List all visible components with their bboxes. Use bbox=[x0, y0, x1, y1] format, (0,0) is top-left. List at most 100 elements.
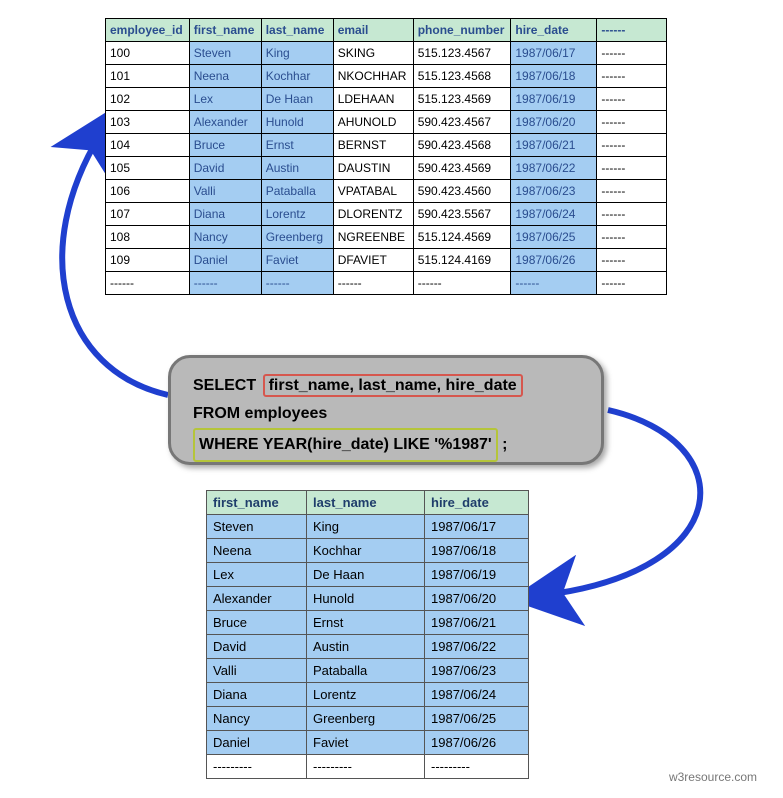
cell: Lorentz bbox=[261, 203, 333, 226]
cell: Kochhar bbox=[261, 65, 333, 88]
kw-select: SELECT bbox=[193, 377, 256, 394]
cell: Kochhar bbox=[307, 539, 425, 563]
cell: Pataballa bbox=[307, 659, 425, 683]
cell: 515.123.4568 bbox=[413, 65, 511, 88]
col-extra: ------ bbox=[597, 19, 667, 42]
col-email: email bbox=[333, 19, 413, 42]
cell: ------ bbox=[597, 272, 667, 295]
cell: 1987/06/18 bbox=[425, 539, 529, 563]
cell: Greenberg bbox=[261, 226, 333, 249]
credit: w3resource.com bbox=[669, 770, 757, 784]
cell: 106 bbox=[106, 180, 190, 203]
cell: 101 bbox=[106, 65, 190, 88]
cell: --------- bbox=[207, 755, 307, 779]
cell: 1987/06/20 bbox=[511, 111, 597, 134]
cell: 103 bbox=[106, 111, 190, 134]
cell: 102 bbox=[106, 88, 190, 111]
cell: Faviet bbox=[261, 249, 333, 272]
col-last_name: last_name bbox=[261, 19, 333, 42]
cell: ------ bbox=[597, 157, 667, 180]
cell: --------- bbox=[307, 755, 425, 779]
cell: --------- bbox=[425, 755, 529, 779]
cell: SKING bbox=[333, 42, 413, 65]
table-row: ----------------------------------------… bbox=[106, 272, 667, 295]
cell: 1987/06/21 bbox=[425, 611, 529, 635]
cell: 1987/06/25 bbox=[425, 707, 529, 731]
cell: Lorentz bbox=[307, 683, 425, 707]
cell: 515.124.4569 bbox=[413, 226, 511, 249]
cell: AHUNOLD bbox=[333, 111, 413, 134]
cell: NGREENBE bbox=[333, 226, 413, 249]
cell: Daniel bbox=[189, 249, 261, 272]
cell: Valli bbox=[207, 659, 307, 683]
cell: Ernst bbox=[261, 134, 333, 157]
cell: ------ bbox=[597, 203, 667, 226]
sql-bubble: SELECT first_name, last_name, hire_date … bbox=[168, 355, 604, 465]
cell: ------ bbox=[261, 272, 333, 295]
cell: ------ bbox=[597, 226, 667, 249]
cell: ------ bbox=[597, 134, 667, 157]
cell: 1987/06/24 bbox=[511, 203, 597, 226]
cell: Hunold bbox=[307, 587, 425, 611]
cell: 590.423.5567 bbox=[413, 203, 511, 226]
cell: Nancy bbox=[189, 226, 261, 249]
table-row: LexDe Haan1987/06/19 bbox=[207, 563, 529, 587]
cell: 1987/06/25 bbox=[511, 226, 597, 249]
cell: Alexander bbox=[189, 111, 261, 134]
from-clause: FROM employees bbox=[193, 400, 583, 428]
cell: 1987/06/18 bbox=[511, 65, 597, 88]
table-row: 109DanielFavietDFAVIET515.124.41691987/0… bbox=[106, 249, 667, 272]
cell: 590.423.4560 bbox=[413, 180, 511, 203]
cell: ------ bbox=[413, 272, 511, 295]
cell: 1987/06/26 bbox=[425, 731, 529, 755]
cell: VPATABAL bbox=[333, 180, 413, 203]
cell: DFAVIET bbox=[333, 249, 413, 272]
cell: 1987/06/19 bbox=[425, 563, 529, 587]
cell: Lex bbox=[189, 88, 261, 111]
cell: 107 bbox=[106, 203, 190, 226]
table-row: 108NancyGreenbergNGREENBE515.124.4569198… bbox=[106, 226, 667, 249]
where-clause: WHERE YEAR(hire_date) LIKE '%1987' bbox=[193, 428, 498, 462]
cell: 109 bbox=[106, 249, 190, 272]
cell: 1987/06/17 bbox=[425, 515, 529, 539]
cell: NKOCHHAR bbox=[333, 65, 413, 88]
cell: Diana bbox=[207, 683, 307, 707]
cell: Neena bbox=[207, 539, 307, 563]
table-row: NancyGreenberg1987/06/25 bbox=[207, 707, 529, 731]
cell: 590.423.4568 bbox=[413, 134, 511, 157]
cell: 1987/06/24 bbox=[425, 683, 529, 707]
cell: Hunold bbox=[261, 111, 333, 134]
source-table: employee_idfirst_namelast_nameemailphone… bbox=[105, 18, 667, 295]
table-row: 106ValliPataballaVPATABAL590.423.4560198… bbox=[106, 180, 667, 203]
cell: Diana bbox=[189, 203, 261, 226]
cell: King bbox=[261, 42, 333, 65]
cell: ------ bbox=[597, 180, 667, 203]
col-hire_date: hire_date bbox=[511, 19, 597, 42]
cell: ------ bbox=[597, 42, 667, 65]
table-row: BruceErnst1987/06/21 bbox=[207, 611, 529, 635]
table-row: 100StevenKingSKING515.123.45671987/06/17… bbox=[106, 42, 667, 65]
cell: De Haan bbox=[261, 88, 333, 111]
semicolon: ; bbox=[498, 436, 508, 453]
cell: 590.423.4567 bbox=[413, 111, 511, 134]
table-row: StevenKing1987/06/17 bbox=[207, 515, 529, 539]
cell: 1987/06/20 bbox=[425, 587, 529, 611]
cell: BERNST bbox=[333, 134, 413, 157]
cell: ------ bbox=[597, 249, 667, 272]
cell: Bruce bbox=[189, 134, 261, 157]
cell: De Haan bbox=[307, 563, 425, 587]
table-row: 104BruceErnstBERNST590.423.45681987/06/2… bbox=[106, 134, 667, 157]
cell: ------ bbox=[333, 272, 413, 295]
cell: Ernst bbox=[307, 611, 425, 635]
cell: 1987/06/19 bbox=[511, 88, 597, 111]
table-row: 101NeenaKochharNKOCHHAR515.123.45681987/… bbox=[106, 65, 667, 88]
table-row: AlexanderHunold1987/06/20 bbox=[207, 587, 529, 611]
cell: Lex bbox=[207, 563, 307, 587]
cell: ------ bbox=[597, 65, 667, 88]
cell: 105 bbox=[106, 157, 190, 180]
cell: 1987/06/23 bbox=[511, 180, 597, 203]
cell: DLORENTZ bbox=[333, 203, 413, 226]
col-phone_number: phone_number bbox=[413, 19, 511, 42]
cell: David bbox=[207, 635, 307, 659]
cell: 1987/06/22 bbox=[425, 635, 529, 659]
